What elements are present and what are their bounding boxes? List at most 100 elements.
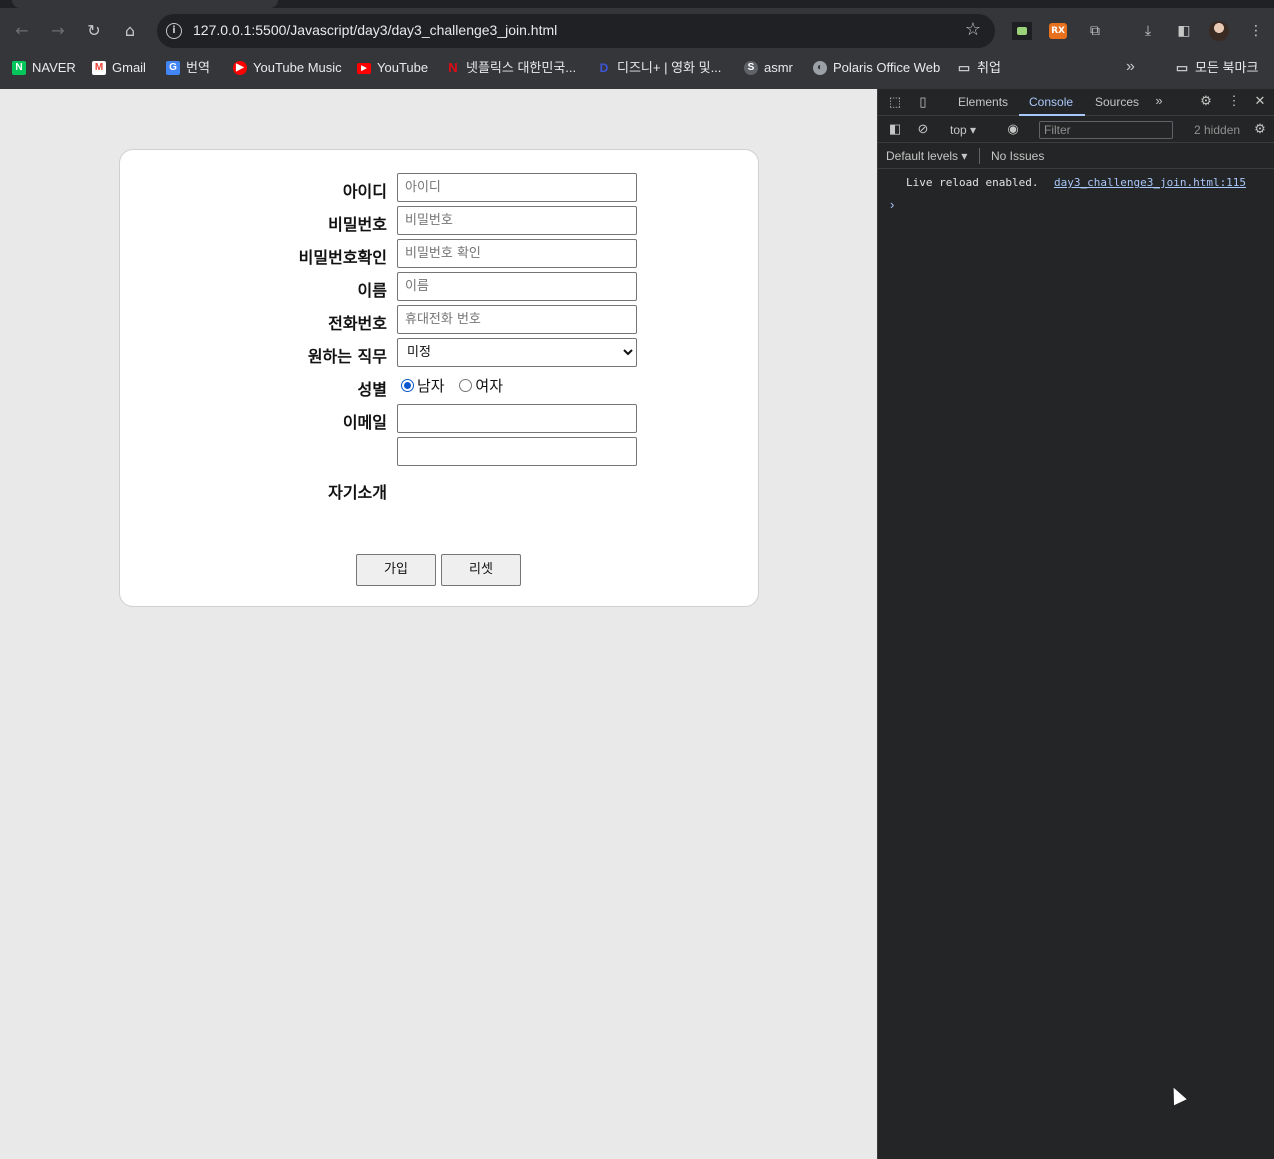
bookmark-naver[interactable]: N NAVER [12, 59, 76, 77]
join-form: 아이디 비밀번호 비밀번호확인 이름 전화번호 원하는 직무 미정 성별 남자 [119, 149, 759, 607]
console-prompt-icon[interactable]: › [890, 197, 894, 212]
profile-avatar[interactable] [1209, 21, 1229, 41]
issues-label[interactable]: No Issues [991, 149, 1044, 163]
extension-icon[interactable] [1012, 22, 1032, 40]
close-icon[interactable]: ✕ [1251, 93, 1269, 109]
gender-male-radio[interactable] [401, 379, 414, 392]
password-confirm-input[interactable] [397, 239, 637, 268]
youtube-music-icon: ▶ [233, 61, 247, 75]
tab-sources[interactable]: Sources [1095, 95, 1139, 109]
submit-button[interactable]: 가입 [356, 554, 436, 586]
row-name: 이름 [120, 272, 760, 302]
bookmark-disney[interactable]: D 디즈니+ | 영화 및... [597, 59, 722, 77]
bookmark-asmr[interactable]: Sasmr [744, 59, 793, 77]
job-label: 원하는 직무 [307, 347, 387, 366]
row-password: 비밀번호 [120, 206, 760, 236]
row-gender: 성별 남자 여자 [120, 371, 760, 401]
job-select[interactable]: 미정 [397, 338, 637, 367]
gender-female-label[interactable]: 여자 [475, 377, 503, 395]
settings-icon[interactable]: ⚙ [1197, 93, 1215, 109]
phone-label: 전화번호 [328, 314, 387, 333]
more-options-icon[interactable]: ⋮ [1225, 93, 1243, 109]
bookmark-folder-jobs[interactable]: ▭ 취업 [957, 59, 1001, 77]
page-viewport: 아이디 비밀번호 비밀번호확인 이름 전화번호 원하는 직무 미정 성별 남자 [0, 89, 877, 1159]
devtools-tabbar: ⬚ ▯ Elements Console Sources » ⚙ ⋮ ✕ [878, 89, 1274, 116]
bookmark-youtube[interactable]: ▶ YouTube [357, 59, 428, 77]
active-tab-indicator [1019, 114, 1085, 116]
gender-female-radio[interactable] [459, 379, 473, 392]
context-label: top [950, 123, 967, 137]
tab-console[interactable]: Console [1029, 95, 1073, 109]
id-input[interactable] [397, 173, 637, 202]
clear-console-icon[interactable]: ⊘ [914, 121, 932, 137]
bookmarks-bar: N NAVER M Gmail G 번역 ▶ YouTube Music ▶ YouTub… [0, 55, 1274, 81]
log-source-link[interactable]: day3_challenge3_join.html:115 [1054, 176, 1246, 189]
password-input[interactable] [397, 206, 637, 235]
more-bookmarks-icon[interactable]: » [1126, 58, 1135, 76]
disney-icon: D [599, 61, 609, 75]
row-password-confirm: 비밀번호확인 [120, 239, 760, 269]
folder-icon: ▭ [1175, 60, 1189, 75]
bookmark-polaris[interactable]: ◐ Polaris Office Web [813, 59, 940, 77]
inspect-element-icon[interactable]: ⬚ [886, 94, 904, 110]
divider [979, 148, 980, 164]
password-label: 비밀번호 [328, 215, 387, 234]
default-levels-dropdown[interactable]: Default levels ▾ [886, 149, 967, 163]
bookmark-netflix[interactable]: N 넷플릭스 대한민국... [446, 59, 576, 77]
globe-icon: ◐ [813, 61, 827, 75]
naver-icon: N [12, 61, 26, 75]
back-icon[interactable]: ← [10, 19, 34, 43]
name-input[interactable] [397, 272, 637, 301]
download-icon[interactable]: ⤓ [1138, 22, 1158, 40]
reload-icon[interactable]: ↻ [82, 19, 106, 43]
dropdown-arrow-icon: ▾ [970, 123, 977, 137]
intro-textarea[interactable] [397, 437, 637, 466]
sidebar-toggle-icon[interactable]: ◧ [886, 121, 904, 137]
url-text[interactable]: 127.0.0.1:5500/Javascript/day3/day3_chal… [193, 22, 557, 38]
hidden-count: 2 hidden [1194, 123, 1241, 137]
levels-bar: Default levels ▾ No Issues [878, 144, 1274, 169]
navigation-row: ← → ↻ ⌂ i 127.0.0.1:5500/Javascript/day3… [0, 10, 1274, 52]
email-label: 이메일 [342, 413, 387, 432]
tab-elements[interactable]: Elements [958, 95, 1008, 109]
tab-strip [0, 0, 1274, 8]
devtools-panel: ⬚ ▯ Elements Console Sources » ⚙ ⋮ ✕ ◧ ⊘… [877, 89, 1274, 1159]
netflix-icon: N [448, 60, 458, 75]
bookmark-youtube-music[interactable]: ▶ YouTube Music [233, 59, 342, 77]
site-info-icon[interactable]: i [166, 23, 182, 39]
gender-label: 성별 [357, 380, 387, 399]
dropdown-arrow-icon: ▾ [961, 149, 968, 163]
name-label: 이름 [357, 281, 387, 300]
extension-rx-icon[interactable]: RX [1049, 23, 1067, 39]
home-icon[interactable]: ⌂ [118, 19, 142, 43]
phone-input[interactable] [397, 305, 637, 334]
forward-icon[interactable]: → [46, 19, 70, 43]
device-toolbar-icon[interactable]: ▯ [914, 94, 932, 110]
filter-input[interactable]: Filter [1039, 121, 1173, 139]
reset-button[interactable]: 리셋 [441, 554, 521, 586]
eye-icon[interactable]: ◉ [1004, 121, 1022, 137]
address-bar[interactable]: i 127.0.0.1:5500/Javascript/day3/day3_ch… [157, 14, 995, 48]
gmail-icon: M [92, 61, 106, 75]
menu-icon[interactable]: ⋮ [1246, 22, 1266, 40]
context-selector[interactable]: top ▾ [950, 123, 976, 137]
bookmark-star-icon[interactable]: ☆ [965, 19, 981, 40]
side-panel-icon[interactable]: ◧ [1174, 22, 1194, 40]
console-settings-icon[interactable]: ⚙ [1251, 121, 1269, 137]
all-bookmarks-folder[interactable]: ▭ 모든 북마크 [1175, 59, 1259, 77]
more-tabs-icon[interactable]: » [1150, 93, 1168, 108]
translate-icon: G [166, 61, 180, 75]
console-log-row: Live reload enabled. day3_challenge3_joi… [878, 172, 1274, 194]
password-confirm-label: 비밀번호확인 [298, 248, 387, 267]
levels-label: Default levels [886, 149, 959, 163]
active-tab[interactable] [12, 0, 278, 8]
row-phone: 전화번호 [120, 305, 760, 335]
gender-male-label[interactable]: 남자 [417, 377, 445, 395]
email-input[interactable] [397, 404, 637, 433]
row-intro: 자기소개 [120, 437, 760, 537]
puzzle-extensions-icon[interactable]: ⧉ [1085, 22, 1105, 40]
console-toolbar: ◧ ⊘ top ▾ ◉ Filter 2 hidden ⚙ [878, 117, 1274, 143]
row-id: 아이디 [120, 173, 760, 203]
bookmark-translate[interactable]: G 번역 [166, 59, 210, 77]
bookmark-gmail[interactable]: M Gmail [92, 59, 146, 77]
